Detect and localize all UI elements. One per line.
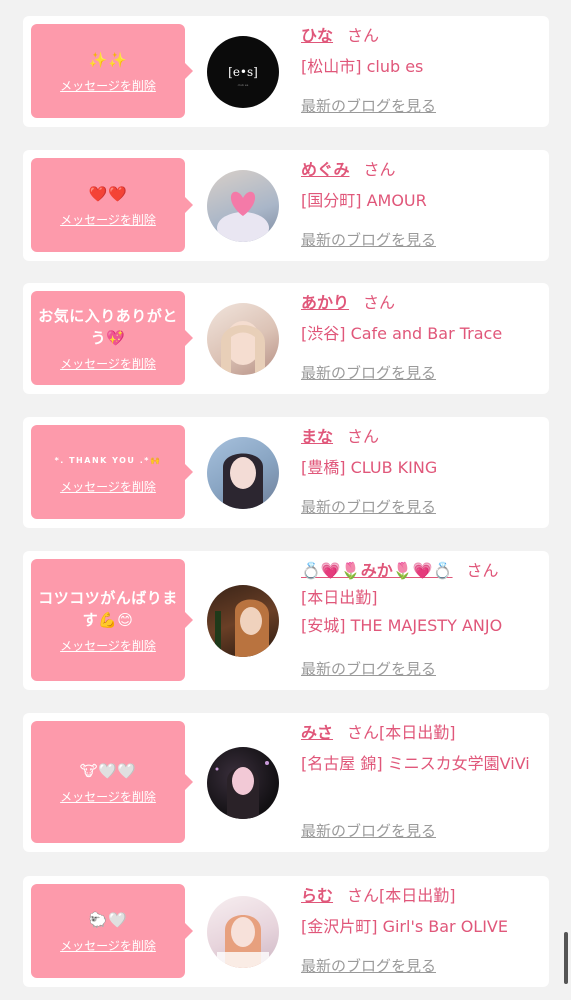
shop-text: [渋谷] Cafe and Bar Trace <box>301 324 503 343</box>
info: まな さん [豊橋] CLUB KING <box>301 426 541 481</box>
message-card: お気に入りありがとう💖 メッセージを削除 あかり さん [渋谷] Cafe and… <box>23 283 549 394</box>
san-suffix: さん <box>363 293 396 312</box>
message-text: 🐮🤍🤍 <box>79 761 137 780</box>
cast-name-link[interactable]: あかり <box>301 293 349 312</box>
info: めぐみ さん [国分町] AMOUR <box>301 159 541 214</box>
info: 💍💗🌷みか🌷💗💍 さん [本日出勤] [安城] THE MAJESTY ANJO <box>301 560 545 639</box>
message-text: *. THANK YOU .*🙌 <box>54 455 162 465</box>
message-card: 🐮🤍🤍 メッセージを削除 みさ さん[本日出勤] [名古屋 錦] ミニスカ女学園V… <box>23 713 549 852</box>
shop-text: [豊橋] CLUB KING <box>301 458 438 477</box>
avatar[interactable] <box>207 303 279 375</box>
message-bubble: 🐮🤍🤍 メッセージを削除 <box>31 721 193 843</box>
info: ひな さん [松山市] club es <box>301 25 541 80</box>
cast-name-link[interactable]: みさ <box>301 723 333 742</box>
latest-blog-link[interactable]: 最新のブログを見る <box>301 658 436 679</box>
info: あかり さん [渋谷] Cafe and Bar Trace <box>301 292 541 347</box>
message-text: お気に入りありがとう💖 <box>38 306 178 347</box>
message-text: コツコツがんばります💪😊 <box>38 588 178 629</box>
cast-name-link[interactable]: めぐみ <box>301 160 349 179</box>
info: らむ さん[本日出勤] [金沢片町] Girl's Bar OLIVE <box>301 885 541 940</box>
latest-blog-link[interactable]: 最新のブログを見る <box>301 229 436 250</box>
avatar[interactable] <box>207 747 279 819</box>
delete-message-link[interactable]: メッセージを削除 <box>60 355 156 372</box>
delete-message-link[interactable]: メッセージを削除 <box>60 77 156 94</box>
message-bubble: コツコツがんばります💪😊 メッセージを削除 <box>31 559 193 681</box>
delete-message-link[interactable]: メッセージを削除 <box>60 478 156 495</box>
info: みさ さん[本日出勤] [名古屋 錦] ミニスカ女学園ViVi <box>301 722 541 777</box>
san-suffix: さん <box>347 427 380 446</box>
delete-message-link[interactable]: メッセージを削除 <box>60 937 156 954</box>
status-text: [本日出勤] <box>301 588 378 607</box>
shop-text: [名古屋 錦] ミニスカ女学園ViVi <box>301 754 530 773</box>
message-card: ✨✨ メッセージを削除 [e•s] club es ひな さん [松山市] clu… <box>23 16 549 127</box>
shop-text: [松山市] club es <box>301 57 424 76</box>
latest-blog-link[interactable]: 最新のブログを見る <box>301 955 436 976</box>
avatar[interactable] <box>207 437 279 509</box>
latest-blog-link[interactable]: 最新のブログを見る <box>301 496 436 517</box>
message-bubble: ✨✨ メッセージを削除 <box>31 24 193 118</box>
avatar[interactable]: [e•s] club es <box>207 36 279 108</box>
svg-text:[e•s]: [e•s] <box>228 65 258 79</box>
latest-blog-link[interactable]: 最新のブログを見る <box>301 362 436 383</box>
san-suffix: さん <box>466 561 499 580</box>
san-suffix: さん <box>347 886 380 905</box>
delete-message-link[interactable]: メッセージを削除 <box>60 788 156 805</box>
message-text: ✨✨ <box>88 50 128 69</box>
delete-message-link[interactable]: メッセージを削除 <box>60 211 156 228</box>
svg-text:club es: club es <box>238 83 249 87</box>
message-bubble: お気に入りありがとう💖 メッセージを削除 <box>31 291 193 385</box>
message-card: 🐑🤍 メッセージを削除 らむ さん[本日出勤] [金沢片町] Girl's Bar… <box>23 876 549 987</box>
shop-text: [金沢片町] Girl's Bar OLIVE <box>301 917 508 936</box>
message-bubble: 🐑🤍 メッセージを削除 <box>31 884 193 978</box>
avatar[interactable] <box>207 585 279 657</box>
san-suffix: さん <box>347 26 380 45</box>
delete-message-link[interactable]: メッセージを削除 <box>60 637 156 654</box>
shop-text: [国分町] AMOUR <box>301 191 427 210</box>
cast-name-link[interactable]: 💍💗🌷みか🌷💗💍 <box>301 561 453 580</box>
message-card: コツコツがんばります💪😊 メッセージを削除 💍💗🌷みか🌷💗💍 さん [本日出勤] … <box>23 551 549 690</box>
message-bubble: ❤️❤️ メッセージを削除 <box>31 158 193 252</box>
status-text: [本日出勤] <box>379 886 456 905</box>
message-bubble: *. THANK YOU .*🙌 メッセージを削除 <box>31 425 193 519</box>
latest-blog-link[interactable]: 最新のブログを見る <box>301 820 436 841</box>
status-text: [本日出勤] <box>379 723 456 742</box>
message-text: 🐑🤍 <box>88 910 128 929</box>
message-card: *. THANK YOU .*🙌 メッセージを削除 まな さん [豊橋] CLUB… <box>23 417 549 528</box>
san-suffix: さん <box>363 160 396 179</box>
message-card: ❤️❤️ メッセージを削除 めぐみ さん [国分町] AMOUR 最新のブログを見… <box>23 150 549 261</box>
cast-name-link[interactable]: まな <box>301 427 333 446</box>
cast-name-link[interactable]: らむ <box>301 886 333 905</box>
avatar[interactable] <box>207 170 279 242</box>
avatar[interactable] <box>207 896 279 968</box>
message-text: ❤️❤️ <box>88 184 128 203</box>
shop-text: [安城] THE MAJESTY ANJO <box>301 616 503 635</box>
scrollbar[interactable] <box>564 932 568 984</box>
san-suffix: さん <box>347 723 380 742</box>
latest-blog-link[interactable]: 最新のブログを見る <box>301 95 436 116</box>
cast-name-link[interactable]: ひな <box>301 26 333 45</box>
